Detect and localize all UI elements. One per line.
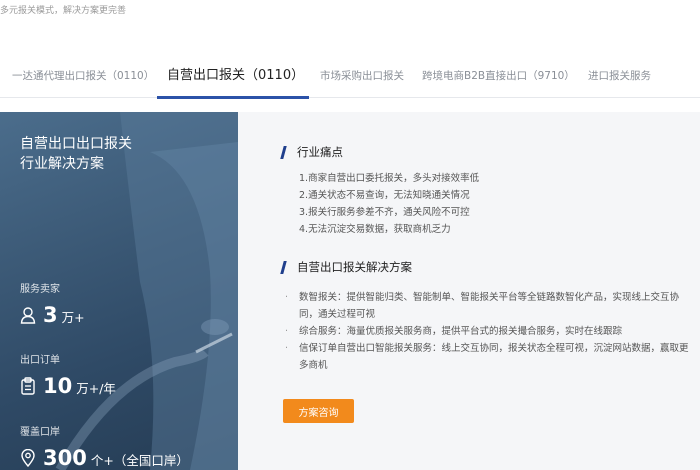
- hero-title-line2: 行业解决方案: [20, 156, 104, 172]
- section-marker: [280, 260, 287, 274]
- stat-label: 出口订单: [20, 355, 60, 366]
- active-tab-indicator: [157, 96, 309, 99]
- tab-cross-border-b2b[interactable]: 跨境电商B2B直接出口（9710）: [422, 62, 575, 98]
- list-item: 2.通关状态不易查询，无法知晓通关情况: [299, 190, 470, 201]
- tab-yidatong-export[interactable]: 一达通代理出口报关（0110）: [12, 62, 154, 98]
- section-marker: [280, 145, 287, 159]
- section-title: 自营出口报关解决方案: [297, 260, 412, 274]
- hero-title: 自营出口出口报关 行业解决方案: [20, 134, 132, 174]
- stat-value: 3: [43, 303, 58, 327]
- stat-unit: 万+/年: [76, 381, 116, 396]
- section-title: 行业痛点: [297, 145, 343, 159]
- list-item: 综合服务：海量优质报关服务商，提供平台式的报关撮合服务，实时在线跟踪: [285, 323, 694, 340]
- stat-label: 覆盖口岸: [20, 427, 60, 438]
- list-item: 4.无法沉淀交易数据，获取商机乏力: [299, 224, 451, 235]
- stat-ports: 覆盖口岸 300 个+（全国口岸）: [20, 423, 189, 470]
- solution-list: 数智报关：提供智能归类、智能制单、智能报关平台等全链路数智化产品，实现线上交互协…: [285, 289, 694, 374]
- stat-unit: 个+（全国口岸）: [90, 453, 189, 468]
- stat-orders: 出口订单 10 万+/年: [20, 351, 116, 398]
- page-subtitle: 多元报关模式，解决方案更完善: [0, 6, 127, 16]
- location-pin-icon: [21, 449, 35, 467]
- stat-label: 服务卖家: [20, 284, 60, 295]
- pain-points-header: 行业痛点: [280, 144, 343, 160]
- stat-unit: 万+: [61, 310, 85, 325]
- solution-panel: 行业痛点 1.商家自营出口委托报关，多头对接效率低 2.通关状态不易查询，无法知…: [238, 112, 700, 470]
- consult-button[interactable]: 方案咨询: [283, 399, 354, 423]
- list-item: 数智报关：提供智能归类、智能制单、智能报关平台等全链路数智化产品，实现线上交互协…: [285, 289, 694, 323]
- hero-title-line1: 自营出口出口报关: [20, 136, 132, 152]
- tab-bar: 一达通代理出口报关（0110） 自营出口报关（0110） 市场采购出口报关 跨境…: [0, 62, 700, 98]
- stat-value: 300: [43, 446, 87, 470]
- hero-panel: 自营出口出口报关 行业解决方案 服务卖家 3 万+ 出口订单 10 万+/年 覆…: [0, 112, 238, 470]
- list-item: 1.商家自营出口委托报关，多头对接效率低: [299, 173, 480, 184]
- tab-self-export[interactable]: 自营出口报关（0110）: [167, 62, 304, 98]
- stat-value: 10: [43, 374, 73, 398]
- tab-import-service[interactable]: 进口报关服务: [588, 62, 651, 98]
- list-item: 3.报关行服务参差不齐，通关风险不可控: [299, 207, 470, 218]
- solution-header: 自营出口报关解决方案: [280, 259, 412, 275]
- stat-sellers: 服务卖家 3 万+: [20, 280, 85, 327]
- pain-points-list: 1.商家自营出口委托报关，多头对接效率低 2.通关状态不易查询，无法知晓通关情况…: [299, 170, 479, 238]
- list-item: 信保订单自营出口智能报关服务：线上交互协同，报关状态全程可视，沉淀网站数据，赢取…: [285, 340, 694, 374]
- clipboard-icon: [21, 377, 35, 395]
- user-icon: [20, 307, 36, 324]
- tab-market-procurement[interactable]: 市场采购出口报关: [320, 62, 404, 98]
